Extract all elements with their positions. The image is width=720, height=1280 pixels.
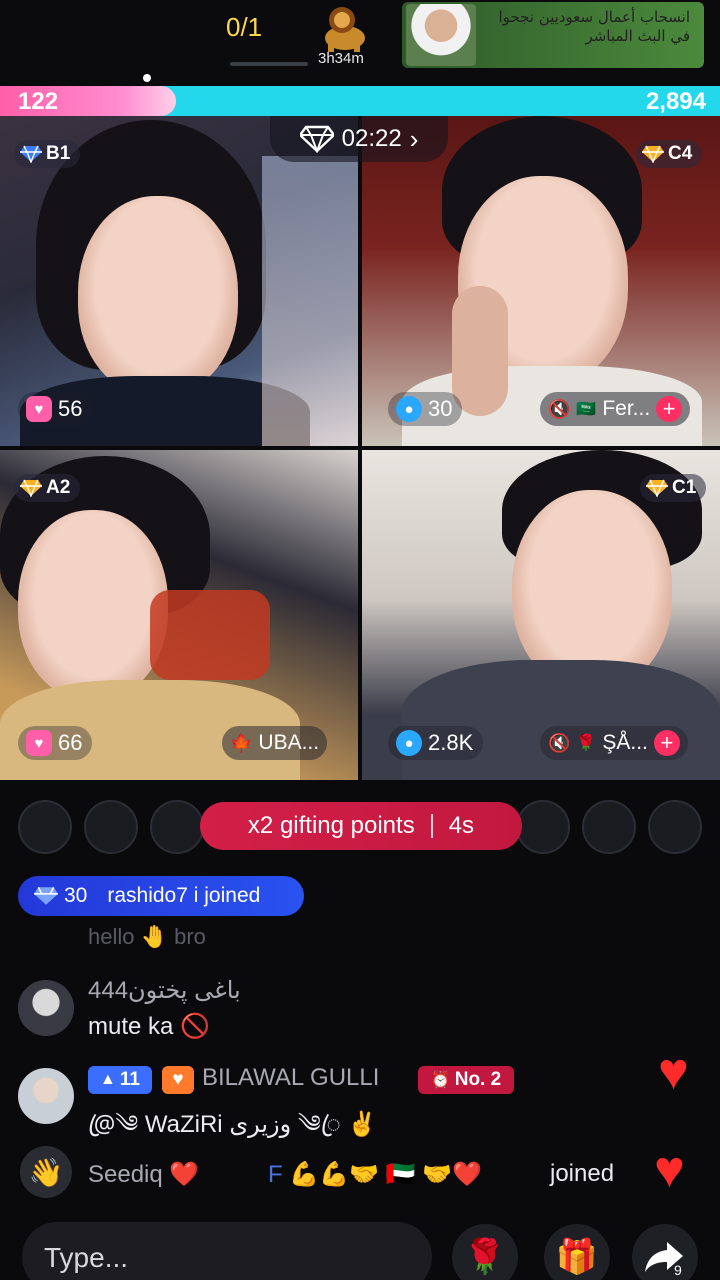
diamond-icon	[34, 886, 58, 905]
diamond-icon	[646, 479, 668, 497]
guest-name-c1[interactable]: 🔇 🌹 ŞÅ... +	[540, 726, 688, 760]
floating-heart-icon: ♥	[654, 1141, 685, 1199]
rank-badge: ⏰ No. 2	[418, 1066, 514, 1094]
gifting-label: x2 gifting points	[247, 812, 415, 839]
tile-score-value: 56	[58, 396, 83, 421]
heart-badge-icon: ♥	[162, 1066, 194, 1094]
round-progress-track	[230, 62, 308, 66]
lion-badge-icon[interactable]	[316, 2, 374, 54]
share-count: 9	[674, 1262, 682, 1278]
chat-decoration: F 💪💪🤝 🇦🇪 🤝❤️	[268, 1161, 482, 1188]
rank-label: C4	[668, 143, 693, 164]
leaf-icon: 🍁	[230, 732, 253, 753]
wave-hand-icon[interactable]: 👋	[20, 1146, 72, 1198]
rose-icon: 🌹	[576, 735, 597, 752]
gifting-countdown: 4s	[448, 812, 475, 839]
tile-score-value: 2.8K	[428, 730, 474, 755]
follow-plus-icon[interactable]: +	[656, 396, 683, 422]
rose-icon: 🌹	[463, 1238, 507, 1276]
tile-score-value: 30	[428, 396, 453, 421]
share-button[interactable]	[632, 1224, 698, 1280]
gift-button[interactable]: 🎁	[544, 1224, 610, 1280]
diamond-icon	[299, 125, 334, 153]
rank-badge-c1: C1	[640, 474, 707, 502]
tile-score-b1[interactable]: ♥ 56	[18, 392, 93, 426]
score-marker	[143, 74, 151, 82]
guest-name-a2[interactable]: 🍁 UBA...	[222, 726, 328, 760]
chat-join-action: joined	[550, 1160, 615, 1187]
shield-icon: ●	[396, 730, 422, 756]
join-text: rashido7 i joined	[107, 884, 261, 907]
battle-timer[interactable]: 02:22 ›	[270, 116, 448, 162]
rank-badge-b1: B1	[14, 140, 81, 168]
diamond-icon	[20, 479, 42, 497]
viewer-avatar[interactable]	[582, 800, 636, 854]
tile-score-a2[interactable]: ♥ 66	[18, 726, 93, 760]
guest-name: UBA...	[258, 731, 320, 754]
avatar[interactable]	[18, 980, 74, 1036]
muted-speaker-icon: 🔇	[548, 732, 571, 753]
viewer-avatar[interactable]	[18, 800, 72, 854]
level-value: 11	[119, 1069, 140, 1090]
guest-name: ŞÅ...	[602, 731, 648, 754]
gifting-points-banner[interactable]: x2 gifting points 4s	[200, 802, 522, 850]
muted-speaker-icon: 🔇	[548, 398, 571, 419]
heart-icon: ♥	[26, 396, 52, 422]
chat-username[interactable]: Seediq ❤️	[88, 1160, 199, 1189]
comment-input[interactable]: Type...	[22, 1222, 432, 1280]
rank-value: No. 2	[454, 1069, 502, 1090]
score-left-value: 122	[18, 88, 59, 115]
shield-icon: ●	[396, 396, 422, 422]
avatar[interactable]	[18, 1068, 74, 1124]
rank-badge-c4: C4	[636, 140, 703, 168]
tile-score-c4[interactable]: ● 30	[388, 392, 463, 426]
chat-text: @ꦿ༄ WaZiRi وزیری ༄ꦿ ✌️	[88, 1111, 378, 1138]
chat-text: mute ka 🚫	[88, 1013, 210, 1040]
viewer-avatar[interactable]	[648, 800, 702, 854]
promo-avatar	[406, 4, 476, 66]
rank-label: C1	[672, 477, 697, 498]
round-counter: 0/1	[226, 12, 263, 42]
battle-timer-value: 02:22	[341, 125, 402, 152]
chat-message-faded: hello 🤚 bro	[88, 924, 206, 949]
promo-banner[interactable]: انسحاب أعمال سعوديين نجحوا في البث المبا…	[402, 2, 704, 68]
viewer-avatar[interactable]	[516, 800, 570, 854]
rank-label: B1	[46, 143, 71, 164]
chat-username[interactable]: باغی پختون444	[88, 976, 241, 1005]
join-level: 30	[64, 884, 88, 907]
clock-icon: ⏰	[430, 1072, 451, 1089]
battle-score-bar: 122 2,894	[0, 86, 720, 116]
viewer-avatar[interactable]	[84, 800, 138, 854]
rose-gift-button[interactable]: 🌹	[452, 1224, 518, 1280]
score-right-value: 2,894	[645, 88, 706, 115]
top-bar: 0/1 3h34m انسحاب أعمال سعوديين نجحوا في …	[0, 0, 720, 86]
flag-icon: 🇸🇦	[576, 401, 597, 418]
follow-plus-icon[interactable]: +	[653, 730, 680, 756]
level-badge: ▲ 11	[88, 1066, 152, 1094]
viewer-avatar[interactable]	[150, 800, 204, 854]
guest-name-c4[interactable]: 🔇 🇸🇦 Fer... +	[540, 392, 691, 426]
chat-username[interactable]: BILAWAL GULLI	[202, 1064, 379, 1092]
tile-score-value: 66	[58, 730, 83, 755]
tile-score-c1[interactable]: ● 2.8K	[388, 726, 484, 760]
guest-name: Fer...	[602, 397, 651, 420]
promo-text: انسحاب أعمال سعوديين نجحوا في البث المبا…	[498, 8, 690, 45]
gift-icon: 🎁	[555, 1238, 599, 1276]
score-left-fill: 122	[0, 86, 176, 116]
rank-label: A2	[46, 477, 71, 498]
chevron-right-icon: ›	[409, 123, 419, 154]
diamond-icon	[20, 145, 42, 163]
rank-badge-a2: A2	[14, 474, 81, 502]
badge-timer: 3h34m	[318, 50, 364, 67]
join-notification: 30 rashido7 i joined	[18, 876, 304, 916]
diamond-icon	[642, 145, 664, 163]
heart-icon: ♥	[26, 730, 52, 756]
floating-heart-icon: ♥	[658, 1043, 689, 1101]
triangle-icon: ▲	[100, 1071, 116, 1088]
divider	[430, 814, 433, 838]
